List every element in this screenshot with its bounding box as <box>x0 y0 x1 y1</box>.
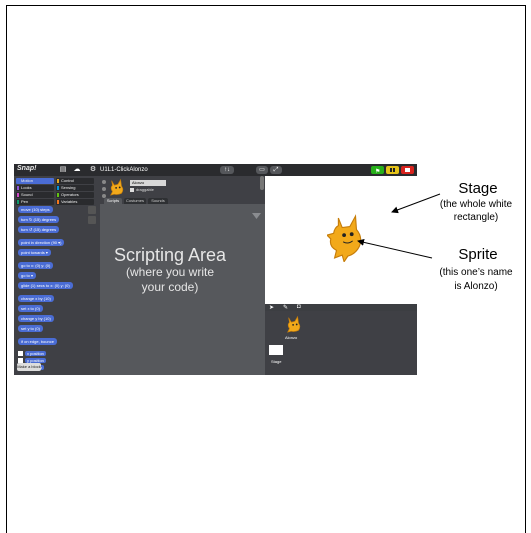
stage-arrow <box>391 193 441 214</box>
annotation-arrows <box>357 193 441 259</box>
sprite-arrow <box>357 238 433 259</box>
